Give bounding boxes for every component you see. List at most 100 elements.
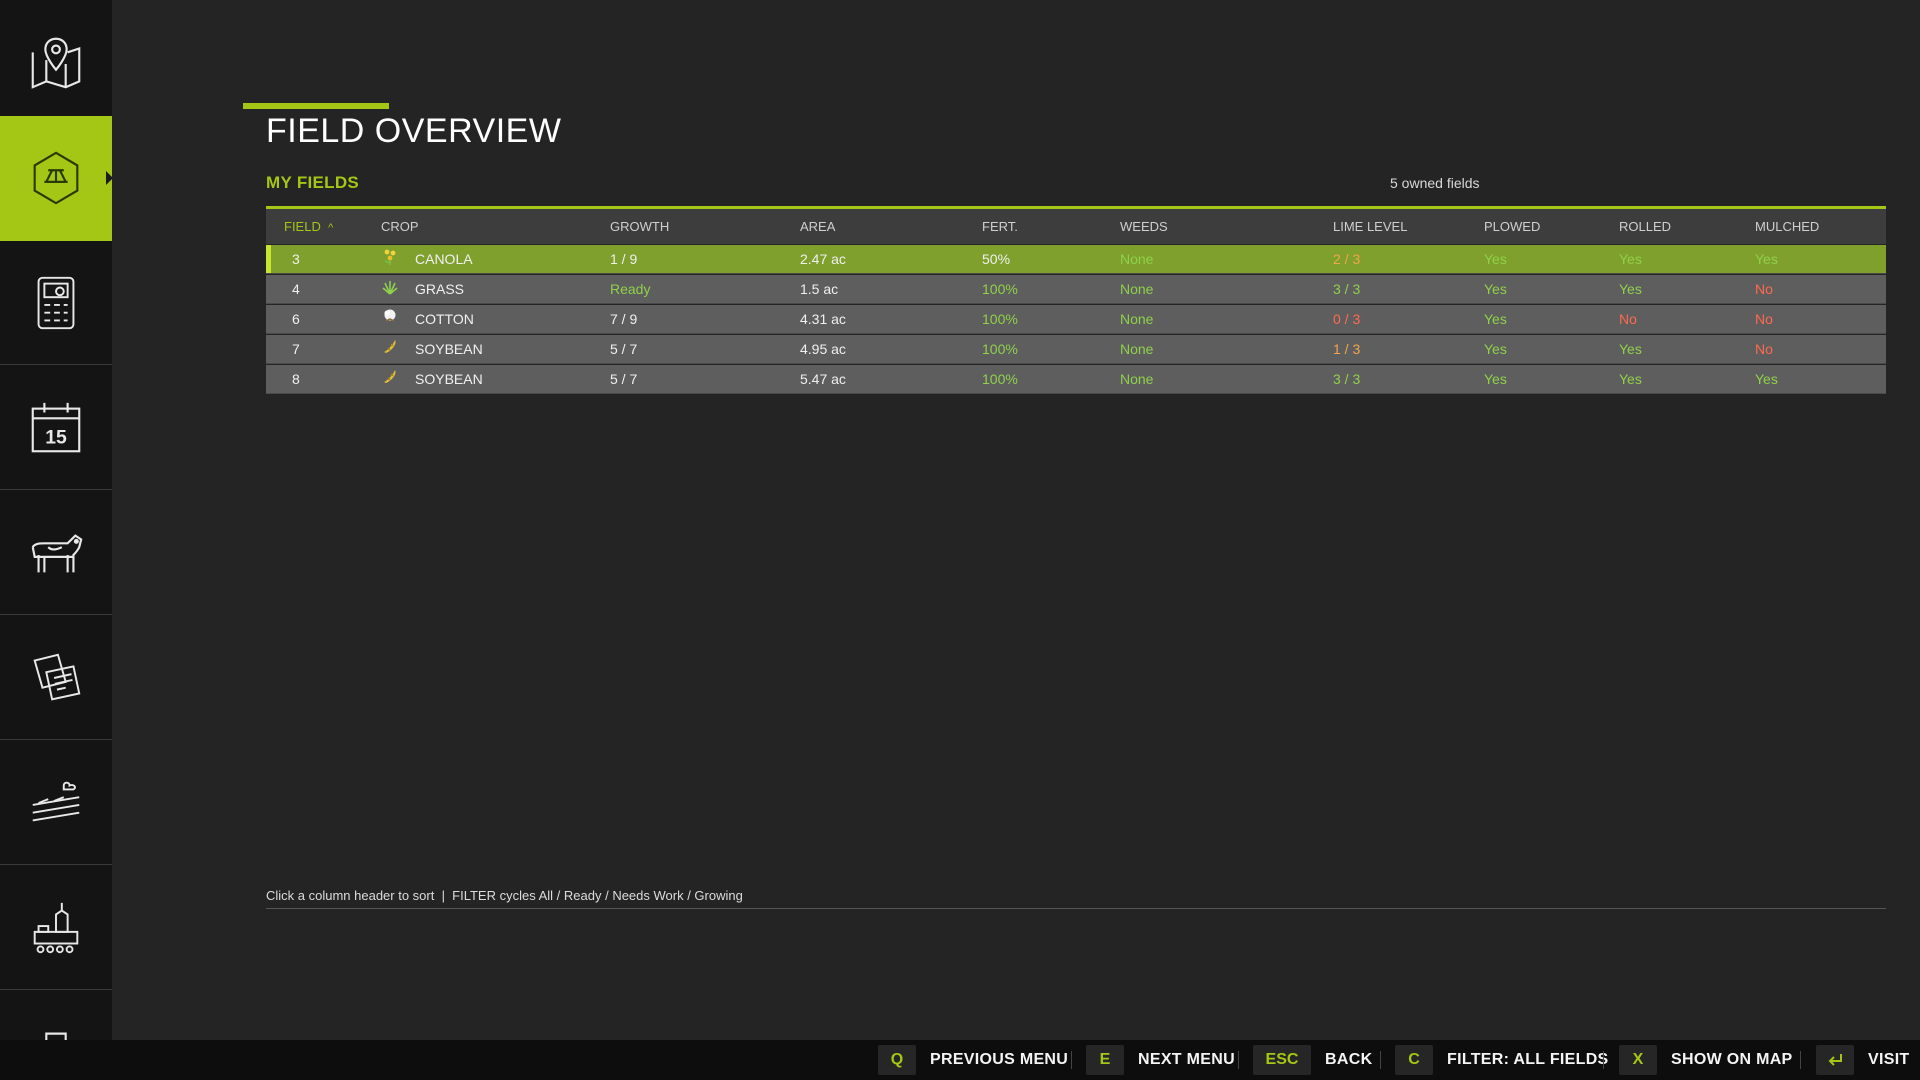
vehicle-icon (39, 1032, 73, 1040)
column-header-rolled[interactable]: ROLLED (1619, 209, 1671, 244)
lime-value: 3 / 3 (1333, 281, 1361, 297)
sidebar-item-production[interactable] (0, 741, 112, 865)
key-hint: ESC (1253, 1045, 1311, 1075)
growth-value: 5 / 7 (610, 341, 638, 357)
factory-icon (33, 902, 79, 953)
area-value: 4.31 ac (800, 311, 846, 327)
weeds-value: None (1120, 311, 1154, 327)
growth-value: 5 / 7 (610, 371, 638, 387)
filter-button[interactable]: C FILTER: ALL FIELDS (1395, 1040, 1609, 1080)
previous-menu-button[interactable]: Q PREVIOUS MENU (878, 1040, 1068, 1080)
cotton-icon (384, 309, 396, 322)
cow-icon (31, 533, 83, 572)
area-value: 4.95 ac (800, 341, 846, 357)
sidebar-item-factory[interactable] (0, 866, 112, 990)
rolled-value: Yes (1619, 251, 1642, 267)
fields-table: FIELD ^ CROP GROWTH AREA FERT. WEEDS LIM… (266, 206, 1886, 394)
rolled-value: Yes (1619, 281, 1642, 297)
mulched-value: Yes (1755, 371, 1778, 387)
lime-value: 3 / 3 (1333, 371, 1361, 387)
sidebar-item-map[interactable] (0, 0, 112, 124)
sidebar-item-vehicles[interactable] (0, 991, 112, 1040)
key-hint: E (1086, 1045, 1124, 1075)
sort-ascending-icon: ^ (328, 222, 334, 234)
sidebar-item-fields[interactable] (0, 116, 112, 241)
column-header-mulched[interactable]: MULCHED (1755, 209, 1819, 244)
mulched-value: Yes (1755, 251, 1778, 267)
crop-name: GRASS (415, 281, 465, 297)
sidebar-item-finance[interactable] (0, 241, 112, 365)
crop-name: COTTON (415, 311, 474, 327)
field-number: 4 (292, 281, 300, 297)
column-header-plowed[interactable]: PLOWED (1484, 209, 1540, 244)
field-number: 8 (292, 371, 300, 387)
area-value: 5.47 ac (800, 371, 846, 387)
mulched-value: No (1755, 311, 1773, 327)
table-row[interactable]: 7 SOYBEAN 5 / 7 4.95 ac 100% None 1 / 3 … (266, 335, 1886, 364)
mulched-value: No (1755, 281, 1773, 297)
rolled-value: Yes (1619, 371, 1642, 387)
fert-value: 50% (982, 251, 1011, 267)
finance-calculator-icon (37, 276, 75, 329)
weeds-value: None (1120, 251, 1154, 267)
plowed-value: Yes (1484, 341, 1507, 357)
sidebar-item-contracts[interactable] (0, 616, 112, 740)
fert-value: 100% (982, 341, 1018, 357)
divider (266, 908, 1886, 909)
separator (1603, 1051, 1604, 1069)
grass-icon (382, 281, 398, 295)
table-row[interactable]: 4 GRASS Ready 1.5 ac 100% None 3 / 3 Yes… (266, 275, 1886, 304)
plowed-value: Yes (1484, 371, 1507, 387)
field-number: 7 (292, 341, 300, 357)
plowed-value: Yes (1484, 251, 1507, 267)
crop-name: SOYBEAN (415, 341, 483, 357)
enter-icon (1828, 1054, 1842, 1066)
column-header-lime-level[interactable]: LIME LEVEL (1333, 209, 1407, 244)
growth-value: 1 / 9 (610, 251, 638, 267)
field-hexagon-icon (33, 151, 79, 205)
key-hint: X (1619, 1045, 1657, 1075)
action-bar: Q PREVIOUS MENU E NEXT MENU ESC BACK C F… (0, 1040, 1920, 1080)
area-value: 1.5 ac (800, 281, 839, 297)
column-header-weeds[interactable]: WEEDS (1120, 209, 1168, 244)
canola-icon (384, 249, 396, 265)
column-header-field[interactable]: FIELD ^ (284, 209, 333, 246)
contracts-icon (33, 653, 81, 700)
crop-name: SOYBEAN (415, 371, 483, 387)
column-header-crop[interactable]: CROP (381, 209, 419, 244)
plowed-value: Yes (1484, 281, 1507, 297)
plowed-value: Yes (1484, 311, 1507, 327)
sidebar-item-animals[interactable] (0, 491, 112, 615)
calendar-icon: 15 (31, 402, 81, 452)
lime-value: 1 / 3 (1333, 341, 1361, 357)
key-hint: C (1395, 1045, 1433, 1075)
table-row[interactable]: 8 SOYBEAN 5 / 7 5.47 ac 100% None 3 / 3 … (266, 365, 1886, 394)
fert-value: 100% (982, 371, 1018, 387)
visit-button[interactable]: VISIT (1816, 1040, 1910, 1080)
field-number: 3 (292, 251, 300, 267)
table-header: FIELD ^ CROP GROWTH AREA FERT. WEEDS LIM… (266, 209, 1886, 244)
map-icon (31, 37, 81, 89)
fert-value: 100% (982, 281, 1018, 297)
mulched-value: No (1755, 341, 1773, 357)
growth-value: Ready (610, 281, 651, 297)
sidebar: 15 (0, 0, 112, 1040)
next-menu-button[interactable]: E NEXT MENU (1086, 1040, 1235, 1080)
owned-fields-count: 5 owned fields (1390, 175, 1480, 191)
separator (1238, 1051, 1239, 1069)
sort-filter-hint: Click a column header to sort | FILTER c… (266, 888, 743, 903)
column-header-growth[interactable]: GROWTH (610, 209, 669, 244)
back-button[interactable]: ESC BACK (1253, 1040, 1372, 1080)
separator (1071, 1051, 1072, 1069)
rolled-value: Yes (1619, 341, 1642, 357)
table-row[interactable]: 3 CANOLA 1 / 9 2.47 ac 50% None 2 / 3 Ye… (266, 245, 1886, 274)
column-header-area[interactable]: AREA (800, 209, 835, 244)
section-title: MY FIELDS (266, 173, 360, 192)
weeds-value: None (1120, 371, 1154, 387)
sidebar-item-calendar[interactable]: 15 (0, 366, 112, 490)
rolled-value: No (1619, 311, 1637, 327)
column-header-fert[interactable]: FERT. (982, 209, 1018, 244)
show-on-map-button[interactable]: X SHOW ON MAP (1619, 1040, 1793, 1080)
table-row[interactable]: 6 COTTON 7 / 9 4.31 ac 100% None 0 / 3 Y… (266, 305, 1886, 334)
lime-value: 0 / 3 (1333, 311, 1361, 327)
